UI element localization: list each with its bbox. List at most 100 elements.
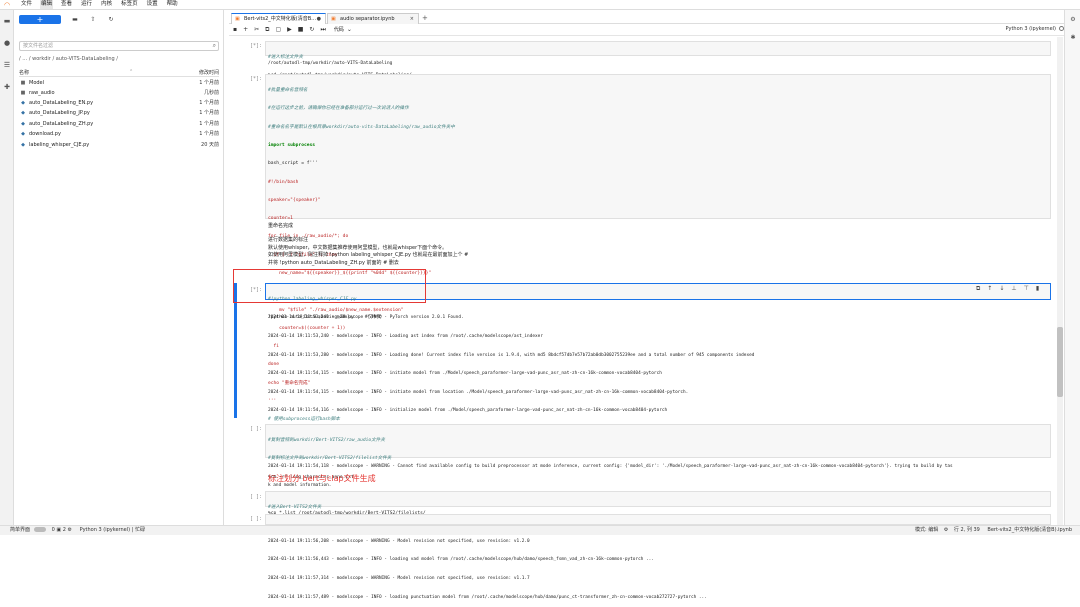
- file-row-zh[interactable]: ◆ auto_DataLabeling_ZH.py 1 个月前: [19, 120, 219, 128]
- column-header-modified[interactable]: 修改时间: [199, 69, 219, 76]
- property-inspector-icon[interactable]: ⚙: [1065, 10, 1080, 28]
- markdown-heading: 标注划分 bert与clap文件生成: [268, 474, 376, 483]
- kernel-count[interactable]: 2: [63, 527, 66, 533]
- simple-mode-toggle[interactable]: [34, 527, 47, 532]
- cell-prompt: [ ]:: [250, 516, 263, 522]
- python-file-icon: ◆: [21, 110, 25, 116]
- code-cell-1[interactable]: #进入标注文件夹 %cd /root/autodl-tmp/workdir/au…: [265, 41, 1051, 78]
- breadcrumb[interactable]: / … / workdir / auto-VITS-DataLabeling /: [19, 56, 118, 62]
- menu-bar: ◠ 文件 编辑 查看 运行 内核 标签页 设置 帮助: [0, 0, 1080, 10]
- folder-icon: ■: [20, 80, 26, 86]
- cell-toolbar: ⧉ ↑ ↓ ⊥ ⊤ ▮: [976, 285, 1046, 293]
- menu-item-run[interactable]: 运行: [80, 0, 93, 9]
- cell-prompt: [*]:: [250, 76, 263, 82]
- restart-run-all-icon[interactable]: ⏭: [320, 26, 325, 34]
- kernel-status[interactable]: Python 3 (ipykernel) | 忙碌: [80, 527, 145, 533]
- notebook-icon: ▣: [331, 16, 336, 22]
- file-row-en[interactable]: ◆ auto_DataLabeling_EN.py 1 个月前: [19, 99, 219, 107]
- cut-icon[interactable]: ✂: [254, 26, 259, 33]
- notebook-scrollbar[interactable]: [1057, 37, 1063, 525]
- stop-icon[interactable]: ■: [298, 26, 304, 33]
- file-row-model[interactable]: ■ Model 1 个月前: [19, 79, 219, 87]
- markdown-cell[interactable]: 进行数据集的标注 默认使用whisper，中文数据集推荐使用阿里模型，也就是wh…: [268, 237, 468, 267]
- python-file-icon: ◆: [21, 142, 25, 148]
- document-tab-bar: ▣ Bert-vits2_中文特化版(清音B… ● ▣ audio separa…: [229, 12, 1080, 24]
- file-browser-toolbar: + ▬ ⇧ ↻: [19, 14, 123, 24]
- tab-audio-separator[interactable]: ▣ audio separator.ipynb ×: [327, 13, 419, 24]
- column-header-name[interactable]: 名称: [19, 69, 29, 76]
- code-cell-6[interactable]: #音频重采样: [265, 514, 1051, 533]
- duplicate-cell-icon[interactable]: ⧉: [976, 285, 980, 293]
- insert-above-icon[interactable]: ⊥: [1011, 285, 1016, 293]
- file-row-whisper[interactable]: ◆ labeling_whisper_CJE.py 20 天前: [19, 141, 219, 149]
- python-file-icon: ◆: [21, 121, 25, 127]
- python-file-icon: ◆: [21, 131, 25, 137]
- kernel-indicator[interactable]: Python 3 (ipykernel): [1005, 26, 1064, 32]
- file-row-jp[interactable]: ◆ auto_DataLabeling_JP.py 1 个月前: [19, 109, 219, 117]
- cell-prompt: [*]:: [250, 43, 263, 49]
- menu-item-view[interactable]: 查看: [60, 0, 73, 9]
- new-folder-icon[interactable]: ▬: [69, 16, 81, 23]
- insert-below-icon[interactable]: ⊤: [1024, 285, 1029, 293]
- menu-item-tabs[interactable]: 标签页: [120, 0, 139, 9]
- chevron-down-icon: ⌄: [346, 26, 352, 33]
- gear-icon: ⚙: [67, 527, 74, 533]
- menu-item-kernel[interactable]: 内核: [100, 0, 113, 9]
- debugger-icon[interactable]: ✱: [1065, 28, 1080, 46]
- notebook-icon: ▣: [235, 16, 240, 22]
- sort-arrow-icon: ⌃: [129, 69, 134, 75]
- menu-item-edit[interactable]: 编辑: [40, 0, 54, 9]
- insert-cell-icon[interactable]: +: [243, 26, 248, 33]
- search-icon: ⌕: [212, 42, 216, 49]
- running-icon[interactable]: ●: [0, 32, 14, 54]
- commands-icon[interactable]: ☰: [0, 54, 14, 76]
- close-icon[interactable]: ×: [410, 14, 414, 24]
- code-cell-2[interactable]: #批量重命名音频名 #在运行这步之前，请确保你已经在准备部分运行过一次说话人的操…: [265, 74, 1051, 441]
- cell-prompt: [ ]:: [250, 494, 263, 500]
- copy-icon[interactable]: ⧉: [265, 26, 269, 34]
- current-file-name: Bert-vits2_中文特化版(清音B).ipynb: [987, 527, 1072, 533]
- file-filter-input[interactable]: 按文件名过滤 ⌕: [19, 41, 219, 51]
- run-icon[interactable]: ▶: [287, 26, 292, 33]
- code-cell-4[interactable]: #复制音频到workdir/Bert-VITS2/raw_audio文件夹 #复…: [265, 424, 1051, 516]
- scrollbar-thumb[interactable]: [1057, 327, 1063, 397]
- jupyter-logo-icon: ◠: [4, 0, 11, 9]
- save-icon[interactable]: ▪: [233, 26, 237, 33]
- mode-indicator: 模式: 编辑: [914, 527, 939, 533]
- unsaved-dot-icon[interactable]: ●: [317, 14, 321, 24]
- cell-output: 重命名完成: [268, 223, 294, 229]
- cell-prompt: [ ]:: [250, 426, 263, 432]
- restart-icon[interactable]: ↻: [309, 26, 314, 33]
- python-file-icon: ◆: [21, 100, 25, 106]
- file-row-raw-audio[interactable]: ■ raw_audio 几秒前: [19, 89, 219, 97]
- paste-icon[interactable]: ▢: [275, 26, 281, 33]
- cell-type-select[interactable]: 代码: [334, 26, 344, 33]
- cell-output: /root/autodl-tmp/workdir/auto-VITS-DataL…: [268, 61, 393, 66]
- refresh-icon[interactable]: ↻: [105, 16, 117, 23]
- delete-cell-icon[interactable]: ▮: [1036, 285, 1039, 293]
- highlight-annotation-box: [233, 269, 426, 303]
- new-launcher-button[interactable]: +: [19, 14, 61, 24]
- menu-item-help[interactable]: 帮助: [166, 0, 179, 9]
- move-down-icon[interactable]: ↓: [999, 285, 1004, 293]
- status-bar: 简单界面 0 ▣ 2 ⚙ Python 3 (ipykernel) | 忙碌 模…: [0, 525, 1080, 535]
- terminal-count[interactable]: 0: [52, 527, 55, 533]
- move-up-icon[interactable]: ↑: [987, 285, 992, 293]
- file-list-header: 名称 ⌃ 修改时间: [19, 69, 219, 77]
- menu-item-settings[interactable]: 设置: [146, 0, 159, 9]
- menu-item-file[interactable]: 文件: [20, 0, 33, 9]
- simple-mode-label: 简单界面: [10, 527, 31, 533]
- right-sidebar-rail: ⚙ ✱: [1064, 10, 1080, 525]
- file-row-download[interactable]: ◆ download.py 1 个月前: [19, 130, 219, 138]
- file-browser: + ▬ ⇧ ↻ 按文件名过滤 ⌕ / … / workdir / auto-VI…: [14, 10, 224, 525]
- folder-icon: ■: [20, 90, 26, 96]
- extension-icon[interactable]: ✚: [0, 76, 14, 98]
- tab-bert-vits2-notebook[interactable]: ▣ Bert-vits2_中文特化版(清音B… ●: [231, 13, 326, 24]
- folder-icon[interactable]: ▬: [0, 10, 14, 32]
- left-sidebar-rail: ▬ ● ☰ ✚: [0, 10, 14, 525]
- upload-icon[interactable]: ⇧: [87, 16, 99, 23]
- cursor-position[interactable]: 行 2, 列 39: [954, 527, 980, 533]
- code-cell-5[interactable]: #进入Bert-VITS2文件夹 %cd /root/autodl-tmp/wo…: [265, 491, 1051, 528]
- notebook-toolbar: ▪ + ✂ ⧉ ▢ ▶ ■ ↻ ⏭ 代码 ⌄: [229, 24, 1080, 36]
- new-tab-icon[interactable]: +: [422, 14, 428, 22]
